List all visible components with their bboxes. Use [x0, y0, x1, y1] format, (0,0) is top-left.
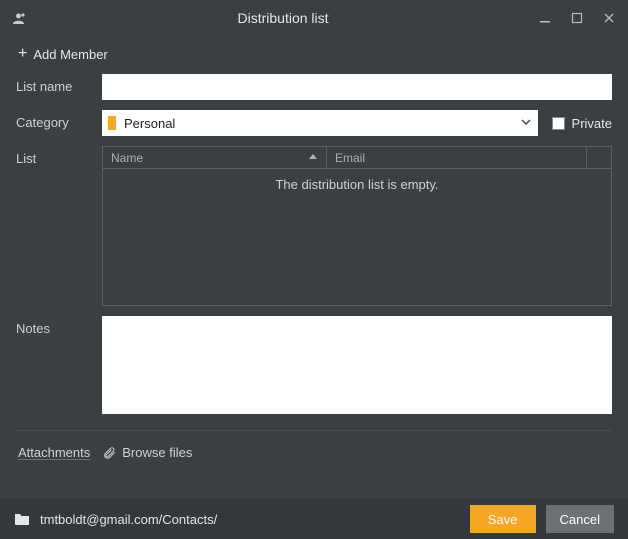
folder-icon: [14, 512, 30, 526]
minimize-icon[interactable]: [538, 11, 552, 25]
private-label: Private: [572, 116, 612, 131]
table-body: The distribution list is empty.: [103, 169, 611, 305]
empty-list-text: The distribution list is empty.: [275, 177, 438, 192]
sort-asc-icon: [308, 151, 318, 165]
paperclip-icon: [102, 446, 116, 460]
row-list-name: List name: [16, 74, 612, 100]
app-icon: [10, 9, 28, 27]
save-button[interactable]: Save: [470, 505, 536, 533]
row-list: List Name Email The distributio: [16, 146, 612, 306]
content-area: + Add Member List name Category Personal…: [0, 36, 628, 474]
chevron-down-icon: [520, 116, 532, 131]
notes-input[interactable]: [102, 316, 612, 414]
browse-files-button[interactable]: Browse files: [102, 445, 192, 460]
category-selected-text: Personal: [124, 116, 520, 131]
row-category: Category Personal Private: [16, 110, 612, 136]
add-member-button[interactable]: + Add Member: [16, 40, 110, 74]
plus-icon: +: [18, 46, 27, 62]
title-bar: Distribution list: [0, 0, 628, 36]
private-checkbox-wrap[interactable]: Private: [552, 116, 612, 131]
column-header-email[interactable]: Email: [327, 147, 587, 168]
column-header-name[interactable]: Name: [103, 147, 327, 168]
cancel-button[interactable]: Cancel: [546, 505, 614, 533]
member-table: Name Email The distribution list is empt…: [102, 146, 612, 306]
footer-bar: tmtboldt@gmail.com/Contacts/ Save Cancel: [0, 499, 628, 539]
attachments-label: Attachments: [18, 445, 90, 460]
add-member-label: Add Member: [33, 47, 107, 62]
window-controls: [538, 11, 620, 25]
column-header-spacer: [587, 147, 611, 168]
category-swatch: [108, 116, 116, 130]
list-name-label: List name: [16, 74, 102, 94]
category-select[interactable]: Personal: [102, 110, 538, 136]
category-label: Category: [16, 110, 102, 130]
row-attachments: Attachments Browse files: [16, 431, 612, 474]
list-name-input[interactable]: [102, 74, 612, 100]
close-icon[interactable]: [602, 11, 616, 25]
notes-label: Notes: [16, 316, 102, 336]
browse-files-label: Browse files: [122, 445, 192, 460]
list-label: List: [16, 146, 102, 166]
private-checkbox[interactable]: [552, 117, 565, 130]
window-title: Distribution list: [28, 10, 538, 26]
row-notes: Notes: [16, 316, 612, 414]
maximize-icon[interactable]: [570, 11, 584, 25]
location-path[interactable]: tmtboldt@gmail.com/Contacts/: [40, 512, 460, 527]
table-header: Name Email: [103, 147, 611, 169]
